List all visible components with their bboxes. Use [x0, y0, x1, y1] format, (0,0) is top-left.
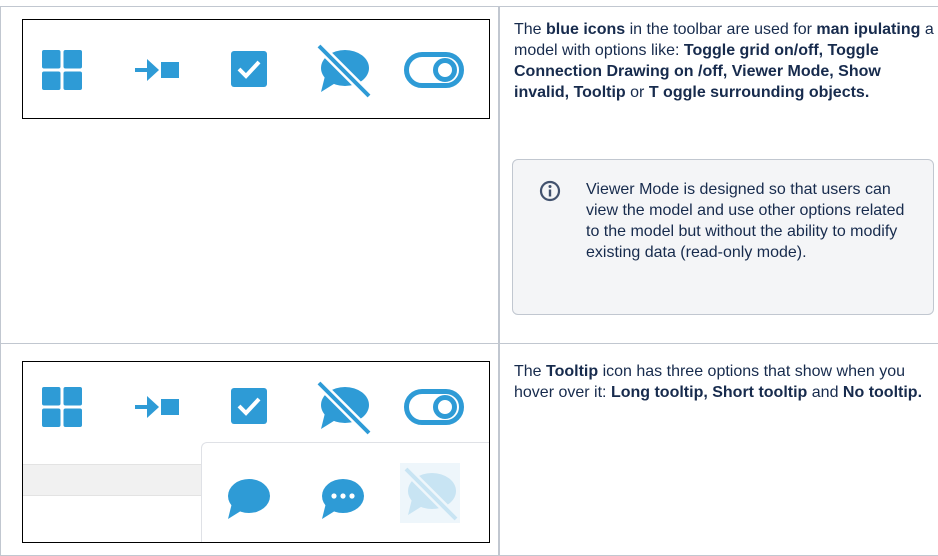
viewer-mode-checkbox-icon — [231, 51, 267, 87]
text-bold-segment: No tooltip. — [842, 384, 923, 401]
document-table: The blue icons in the toolbar are used f… — [0, 0, 938, 556]
table-row-separator — [0, 343, 938, 344]
toggle-icon — [404, 52, 464, 88]
tooltip-off-icon — [315, 42, 373, 100]
text-segment: in the toolbar are used for — [625, 21, 817, 38]
text-segment: and — [807, 384, 843, 401]
long-tooltip-icon[interactable] — [224, 477, 272, 523]
canvas-toolbar-strip — [23, 464, 201, 496]
info-text: Viewer Mode is designed so that users ca… — [586, 181, 905, 261]
tooltip-dropdown — [201, 442, 489, 542]
text-bold-segment: blue icons — [546, 21, 626, 38]
text-segment: The — [514, 363, 547, 380]
tooltip-description: The Tooltip icon has three options that … — [514, 361, 934, 403]
table-border-top — [0, 6, 938, 7]
toolbar-description: The blue icons in the toolbar are used f… — [514, 19, 934, 103]
tooltip-options-screenshot — [22, 361, 490, 543]
grid-icon — [42, 387, 82, 427]
grid-icon — [42, 50, 82, 90]
toggle-icon — [404, 389, 464, 425]
no-tooltip-icon[interactable] — [400, 463, 460, 523]
text-bold-segment: T oggle surrounding objects. — [648, 84, 870, 101]
text-bold-segment: man ipulating — [816, 21, 921, 38]
tooltip-off-icon — [315, 379, 373, 437]
text-bold-segment: Long tooltip, Short tooltip — [610, 384, 808, 401]
short-tooltip-icon[interactable] — [318, 477, 366, 523]
table-border-left — [0, 6, 1, 556]
info-panel: Viewer Mode is designed so that users ca… — [512, 159, 934, 315]
connection-drawing-icon — [135, 396, 179, 418]
table-column-separator — [498, 6, 500, 556]
viewer-mode-checkbox-icon — [231, 388, 267, 424]
text-segment: or — [625, 84, 649, 101]
text-segment: The — [514, 21, 547, 38]
toolbar-screenshot — [22, 19, 490, 119]
text-bold-segment: Tooltip — [546, 363, 599, 380]
connection-drawing-icon — [135, 59, 179, 81]
info-icon — [539, 180, 561, 202]
